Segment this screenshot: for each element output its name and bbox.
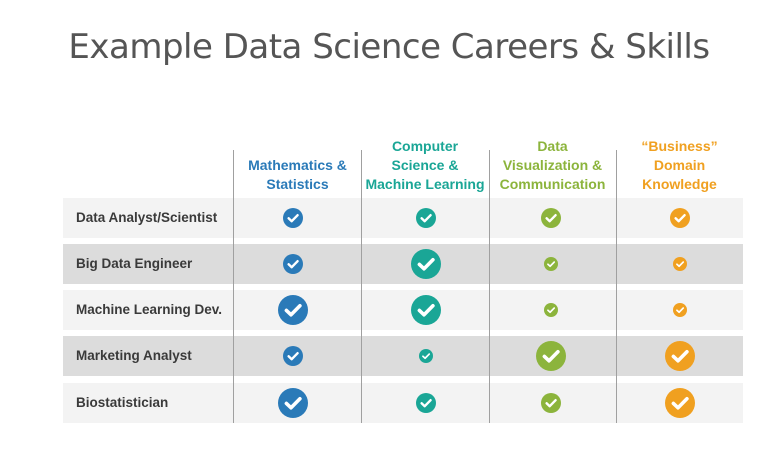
column-header-business: “Business” Domain Knowledge: [641, 138, 718, 192]
column-divider: [489, 150, 490, 423]
check-circle-icon: [278, 388, 308, 418]
table-row: Marketing Analyst: [63, 336, 743, 376]
check-circle-icon: [544, 257, 558, 271]
check-circle-icon: [416, 208, 436, 228]
check-circle-icon: [411, 295, 441, 325]
check-circle-icon: [536, 341, 566, 371]
check-circle-icon: [283, 254, 303, 274]
column-divider: [616, 150, 617, 423]
row-label: Marketing Analyst: [76, 348, 192, 363]
table-row: Biostatistician: [63, 383, 743, 423]
column-header-dataviz: Data Visualization & Communication: [499, 138, 606, 192]
check-circle-icon: [283, 346, 303, 366]
row-label: Big Data Engineer: [76, 256, 193, 271]
check-circle-icon: [544, 303, 558, 317]
column-header-cs-ml: Computer Science & Machine Learning: [365, 138, 485, 192]
table-row: Big Data Engineer: [63, 244, 743, 284]
column-divider: [233, 150, 234, 423]
table-row: Data Analyst/Scientist: [63, 198, 743, 238]
check-circle-icon: [541, 208, 561, 228]
check-circle-icon: [419, 349, 433, 363]
check-circle-icon: [283, 208, 303, 228]
check-circle-icon: [411, 249, 441, 279]
column-header-math: Mathematics & Statistics: [248, 157, 347, 192]
check-circle-icon: [416, 393, 436, 413]
table-row: Machine Learning Dev.: [63, 290, 743, 330]
check-circle-icon: [541, 393, 561, 413]
check-circle-icon: [673, 257, 687, 271]
row-label: Machine Learning Dev.: [76, 302, 223, 317]
check-circle-icon: [278, 295, 308, 325]
column-divider: [361, 150, 362, 423]
check-circle-icon: [670, 208, 690, 228]
check-circle-icon: [673, 303, 687, 317]
row-label: Biostatistician: [76, 395, 169, 410]
page-title: Example Data Science Careers & Skills: [68, 27, 710, 67]
check-circle-icon: [665, 388, 695, 418]
row-label: Data Analyst/Scientist: [76, 210, 218, 225]
check-circle-icon: [665, 341, 695, 371]
